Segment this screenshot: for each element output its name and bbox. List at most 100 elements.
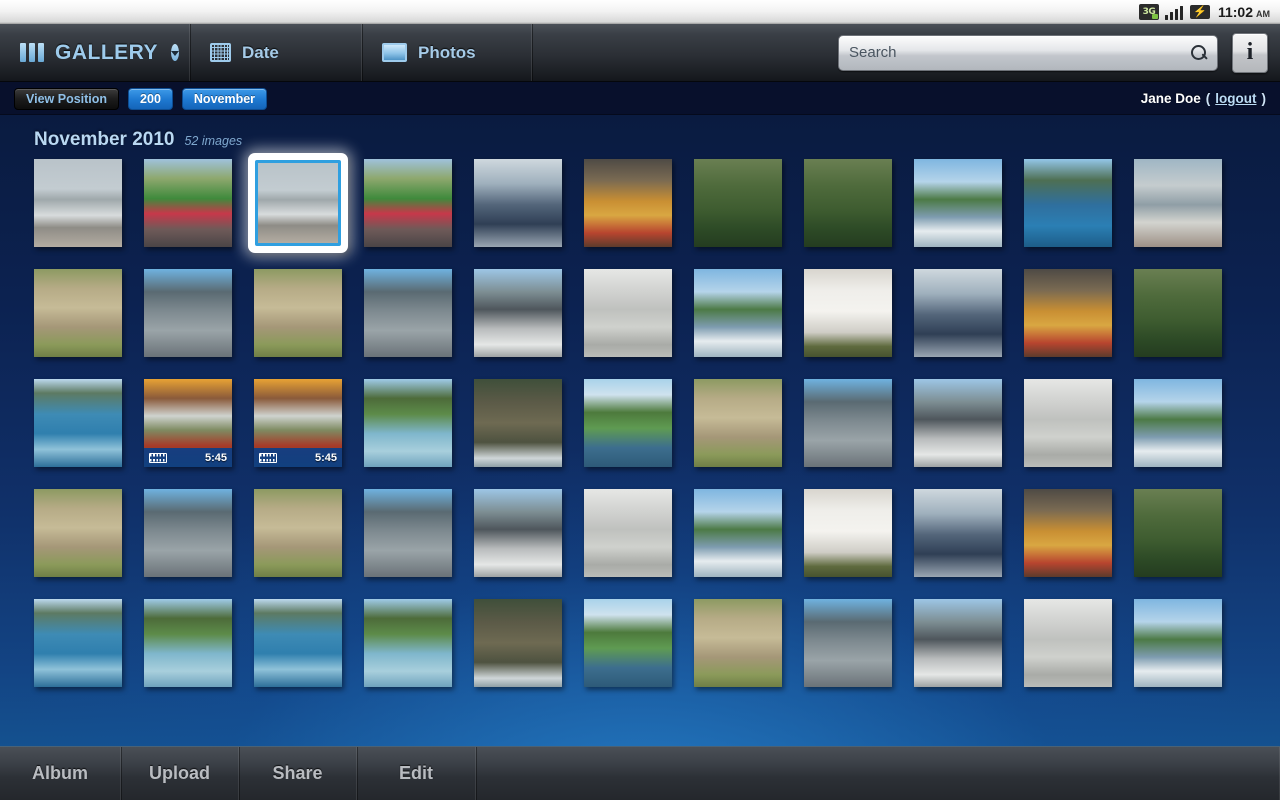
thumbnail-image xyxy=(474,489,562,577)
thumbnail-cathedral-tower-4[interactable] xyxy=(144,489,232,577)
count-chip-200[interactable]: 200 xyxy=(128,87,173,110)
3g-icon: 3G xyxy=(1138,4,1159,20)
thumbnail-image xyxy=(1024,159,1112,247)
thumbnail-guitar-player[interactable] xyxy=(584,159,672,247)
thumbnail-people-indoors-3[interactable] xyxy=(914,489,1002,577)
thumbnail-crowd-street[interactable] xyxy=(144,159,232,247)
thumbnail-harbor-boats-2[interactable] xyxy=(694,269,782,357)
thumbnail-guitar-player-2[interactable] xyxy=(1024,269,1112,357)
thumbnail-harbor-boats-3[interactable] xyxy=(1134,379,1222,467)
thumbnail-cathedral-tower-3[interactable] xyxy=(804,379,892,467)
thumbnail-silhouette-figures[interactable] xyxy=(804,269,892,357)
thumbnail-green-hills[interactable] xyxy=(694,159,782,247)
thumbnail-image xyxy=(1134,599,1222,687)
thumbnail-green-hills-3[interactable] xyxy=(1134,269,1222,357)
thumbnail-rocky-coast[interactable] xyxy=(474,379,562,467)
video-badge: 5:45 xyxy=(254,448,342,467)
thumbnail-silhouette-figures-2[interactable] xyxy=(804,489,892,577)
thumbnail-image xyxy=(584,599,672,687)
info-button[interactable]: i xyxy=(1232,32,1268,73)
search-input[interactable] xyxy=(849,44,1187,61)
edit-button[interactable]: Edit xyxy=(357,747,476,800)
thumbnail-cathedral-tower[interactable] xyxy=(144,269,232,357)
thumbnail-guitar-player-3[interactable] xyxy=(1024,489,1112,577)
thumbnail-city-crosswalk-3[interactable] xyxy=(474,489,562,577)
thumbnail-stone-steps-5[interactable] xyxy=(254,489,342,577)
thumbnail-city-crosswalk[interactable] xyxy=(474,269,562,357)
thumbnail-image xyxy=(584,379,672,467)
thumbnail-stone-steps-2[interactable] xyxy=(254,269,342,357)
search-icon[interactable] xyxy=(1191,44,1207,61)
thumbnail-boat-wake-water-2[interactable] xyxy=(34,599,122,687)
view-position-button[interactable]: View Position xyxy=(14,87,120,110)
album-button[interactable]: Album xyxy=(0,747,121,800)
thumbnail-green-hills-2[interactable] xyxy=(804,159,892,247)
thumbnail-stone-steps[interactable] xyxy=(34,269,122,357)
thumbnail-boat-wake-water[interactable] xyxy=(34,379,122,467)
logout-link[interactable]: logout xyxy=(1215,91,1256,106)
thumbnail-image xyxy=(254,489,342,577)
thumbnail-stone-steps-6[interactable] xyxy=(694,599,782,687)
thumbnail-white-building-3[interactable] xyxy=(584,489,672,577)
thumbnail-beach-shore[interactable] xyxy=(1134,159,1222,247)
thumbnail-white-building-4[interactable] xyxy=(1024,599,1112,687)
tab-photos[interactable]: Photos xyxy=(362,24,532,81)
thumbnail-coastal-cliffs[interactable] xyxy=(1024,159,1112,247)
thumbnail-image xyxy=(144,269,232,357)
thumbnail-image xyxy=(364,599,452,687)
thumbnail-people-indoors-2[interactable] xyxy=(914,269,1002,357)
thumbnail-cathedral-tower-2[interactable] xyxy=(364,269,452,357)
thumbnail-image xyxy=(474,159,562,247)
gallery-bars-icon xyxy=(20,43,44,62)
video-badge: 5:45 xyxy=(144,448,232,467)
user-account-area: Jane Doe ( logout ) xyxy=(1141,91,1266,106)
thumbnail-beach-fortress[interactable] xyxy=(34,159,122,247)
thumbnail-boat-wake-water-3[interactable] xyxy=(254,599,342,687)
user-name: Jane Doe xyxy=(1140,91,1201,106)
thumbnail-people-indoors[interactable] xyxy=(474,159,562,247)
thumbnail-cathedral-tower-5[interactable] xyxy=(364,489,452,577)
thumbnail-image xyxy=(1024,379,1112,467)
thumbnail-harbor-boats-4[interactable] xyxy=(694,489,782,577)
app-header-bar: GALLERY Date Photos i xyxy=(0,24,1280,82)
thumbnail-image xyxy=(804,159,892,247)
thumbnail-stone-steps-4[interactable] xyxy=(34,489,122,577)
thumbnail-green-bay[interactable] xyxy=(364,379,452,467)
tab-photos-label: Photos xyxy=(418,42,476,62)
thumbnail-city-crosswalk-4[interactable] xyxy=(914,599,1002,687)
thumbnail-sunset-volcano[interactable]: 5:45 xyxy=(144,379,232,467)
thumbnail-harbor-boats[interactable] xyxy=(914,159,1002,247)
thumbnail-green-hills-4[interactable] xyxy=(1134,489,1222,577)
thumbnail-image xyxy=(254,599,342,687)
film-strip-icon xyxy=(149,452,167,463)
thumbnail-image xyxy=(144,489,232,577)
thumbnail-stone-steps-3[interactable] xyxy=(694,379,782,467)
tab-date[interactable]: Date xyxy=(190,24,362,81)
thumbnail-harbor-boats-5[interactable] xyxy=(1134,599,1222,687)
thumbnail-white-building-2[interactable] xyxy=(1024,379,1112,467)
upload-button[interactable]: Upload xyxy=(121,747,239,800)
thumbnail-image xyxy=(694,159,782,247)
share-button[interactable]: Share xyxy=(239,747,357,800)
gallery-menu-button[interactable]: GALLERY xyxy=(0,24,190,81)
thumbnail-sunset-volcano-2[interactable]: 5:45 xyxy=(254,379,342,467)
thumbnail-beach-fortress-2[interactable] xyxy=(248,153,348,253)
thumbnail-crowd-street-2[interactable] xyxy=(364,159,452,247)
thumbnail-image xyxy=(34,489,122,577)
toolbar-empty-area xyxy=(476,747,1280,800)
chevron-down-icon[interactable] xyxy=(171,44,180,61)
thumbnail-image xyxy=(1134,489,1222,577)
search-box[interactable] xyxy=(838,34,1218,71)
thumbnail-white-building[interactable] xyxy=(584,269,672,357)
thumbnail-green-bay-2[interactable] xyxy=(144,599,232,687)
thumbnail-river-valley-2[interactable] xyxy=(584,599,672,687)
thumbnail-cathedral-tower-6[interactable] xyxy=(804,599,892,687)
thumbnail-image xyxy=(34,379,122,467)
thumbnail-rocky-coast-2[interactable] xyxy=(474,599,562,687)
video-duration: 5:45 xyxy=(204,451,227,464)
battery-icon: ⚡ xyxy=(1189,5,1210,19)
thumbnail-city-crosswalk-2[interactable] xyxy=(914,379,1002,467)
thumbnail-river-valley[interactable] xyxy=(584,379,672,467)
month-chip-november[interactable]: November xyxy=(181,87,268,110)
thumbnail-green-bay-3[interactable] xyxy=(364,599,452,687)
